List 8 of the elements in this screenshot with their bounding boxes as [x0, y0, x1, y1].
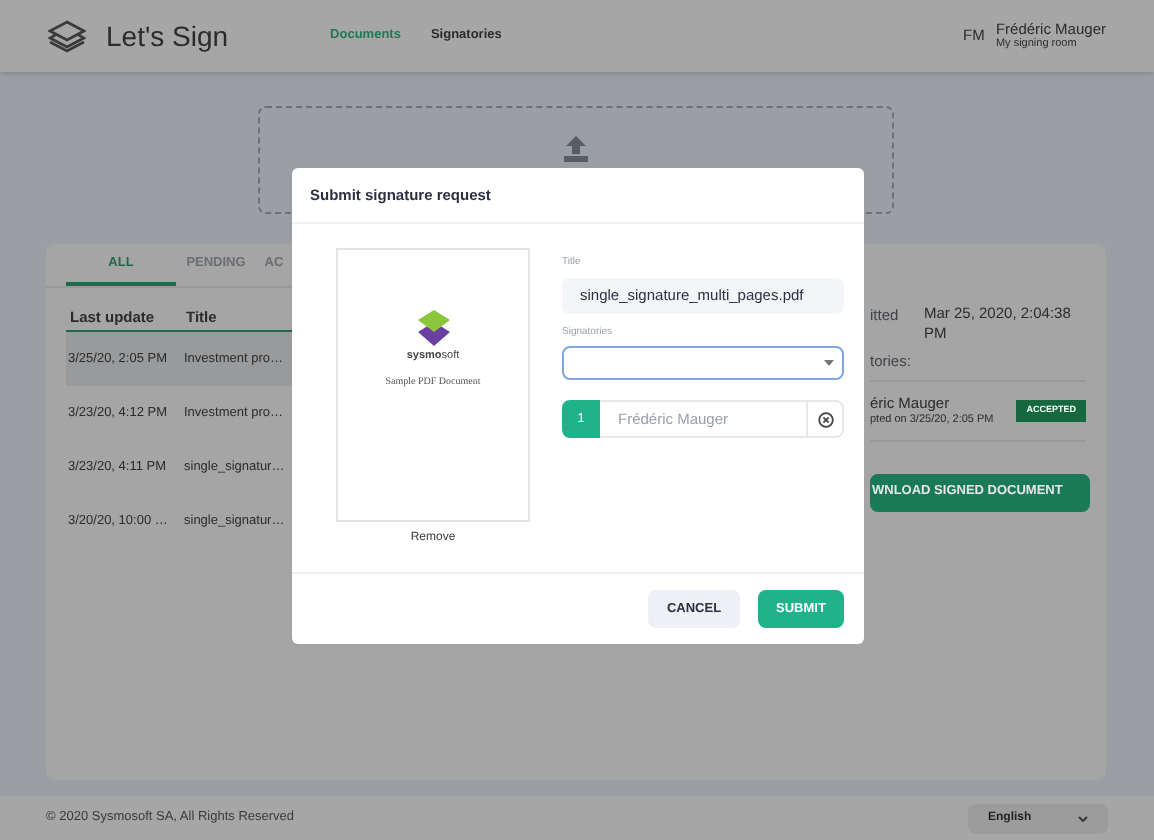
logo-icon [48, 19, 86, 53]
close-icon [817, 411, 833, 427]
caret-icon [824, 360, 834, 366]
caret-icon [1078, 815, 1088, 821]
brand-logo-icon [417, 310, 449, 346]
upload-icon [564, 136, 588, 162]
remove-signer-button[interactable] [806, 400, 844, 438]
app-name: Let's Sign [106, 17, 229, 56]
